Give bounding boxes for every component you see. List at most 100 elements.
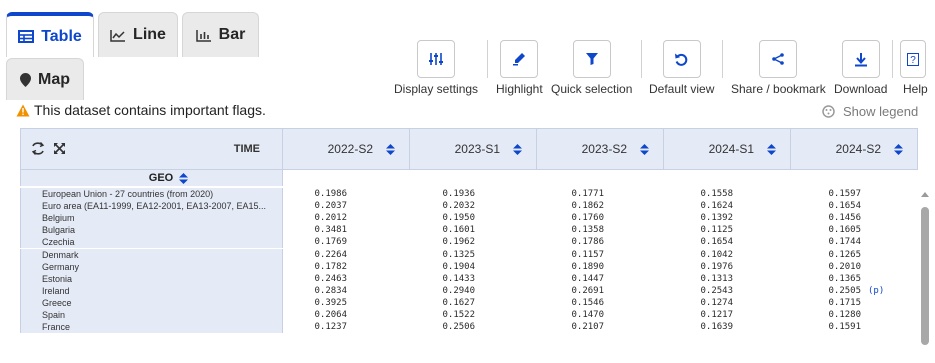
table-cell: 0.1125 xyxy=(700,225,733,236)
tab-line[interactable]: Line xyxy=(98,12,178,57)
toolbar-divider xyxy=(487,40,488,78)
table-cell: 0.2543 xyxy=(700,285,733,296)
column-header[interactable]: 2024-S1 xyxy=(664,128,791,170)
table-cell: 0.1265 xyxy=(828,249,861,260)
table-cell: 0.2691 xyxy=(571,285,604,296)
geo-row-label[interactable]: Ireland xyxy=(20,284,283,297)
table-cell: 0.2940 xyxy=(442,285,475,296)
sort-icon[interactable] xyxy=(386,143,395,155)
table-row: Euro area (EA11-1999, EA12-2001, EA13-20… xyxy=(20,200,920,213)
display-settings-label: Display settings xyxy=(394,82,479,96)
show-legend-toggle[interactable]: Show legend xyxy=(822,104,918,119)
tab-label: Map xyxy=(38,70,70,88)
column-header[interactable]: 2023-S2 xyxy=(537,128,664,170)
download-button[interactable]: Download xyxy=(834,40,887,98)
geo-row-label[interactable]: European Union - 27 countries (from 2020… xyxy=(20,188,283,200)
table-row: Denmark 0.2264 0.1325 0.1157 0.1042 0.1265 xyxy=(20,248,920,261)
default-view-button[interactable]: Default view xyxy=(649,40,714,98)
table-row: France 0.1237 0.2506 0.2107 0.1639 0.1591 xyxy=(20,321,920,334)
table-cell: 0.1280 xyxy=(828,310,861,320)
table-cell: 0.2107 xyxy=(571,322,604,333)
table-cell: 0.1744 xyxy=(828,237,861,248)
tab-label: Table xyxy=(41,27,82,45)
column-header-label: 2023-S1 xyxy=(454,142,500,156)
table-cell: 0.2012 xyxy=(314,213,347,224)
svg-text:?: ? xyxy=(910,55,916,66)
table-cell: 0.1950 xyxy=(442,213,475,224)
quick-selection-button[interactable]: Quick selection xyxy=(551,40,632,98)
share-bookmark-button[interactable]: Share / bookmark xyxy=(731,40,826,98)
table-cell: 0.1433 xyxy=(442,273,475,284)
geo-dimension-header[interactable]: GEO xyxy=(20,170,283,186)
table-cell: 0.1976 xyxy=(700,261,733,272)
flag-badge: (p) xyxy=(868,285,885,296)
download-icon xyxy=(841,40,880,78)
table-corner-header: TIME xyxy=(20,128,283,170)
table-cell: 0.1760 xyxy=(571,213,604,224)
table-cell: 0.2505 xyxy=(828,285,861,296)
geo-row-label[interactable]: Czechia xyxy=(20,236,283,249)
table-cell: 0.1237 xyxy=(314,322,347,333)
highlight-label: Highlight xyxy=(496,82,543,96)
palette-icon xyxy=(822,105,835,118)
geo-row-label[interactable]: Greece xyxy=(20,296,283,309)
column-header[interactable]: 2024-S2 xyxy=(791,128,918,170)
geo-row-label[interactable]: Bulgaria xyxy=(20,224,283,237)
table-row: Czechia 0.1769 0.1962 0.1786 0.1654 0.1744 xyxy=(20,236,920,249)
table-cell: 0.1591 xyxy=(828,322,861,333)
sort-icon[interactable] xyxy=(513,143,522,155)
sort-icon[interactable] xyxy=(179,172,189,184)
default-view-label: Default view xyxy=(649,82,715,96)
geo-row-label[interactable]: Belgium xyxy=(20,212,283,225)
highlight-button[interactable]: Highlight xyxy=(496,40,543,98)
column-header[interactable]: 2023-S1 xyxy=(410,128,537,170)
table-row: Germany 0.1782 0.1904 0.1890 0.1976 0.2010 xyxy=(20,260,920,273)
geo-row-label[interactable]: France xyxy=(20,321,283,334)
geo-row-label[interactable]: Estonia xyxy=(20,272,283,285)
table-cell: 0.1962 xyxy=(442,237,475,248)
column-header[interactable]: 2022-S2 xyxy=(283,128,410,170)
time-dimension-label: TIME xyxy=(233,143,260,155)
table-row: European Union - 27 countries (from 2020… xyxy=(20,188,920,200)
table-cell: 0.1986 xyxy=(314,189,347,199)
geo-row-label[interactable]: Euro area (EA11-1999, EA12-2001, EA13-20… xyxy=(20,200,283,213)
tab-label: Line xyxy=(133,26,166,43)
geo-row-label[interactable]: Spain xyxy=(20,309,283,321)
fullscreen-icon[interactable] xyxy=(53,142,66,155)
tab-bar[interactable]: Bar xyxy=(182,12,259,57)
geo-row-label[interactable]: Denmark xyxy=(20,248,283,261)
table-cell: 0.1597 xyxy=(828,189,861,199)
sort-icon[interactable] xyxy=(640,143,649,155)
table-cell: 0.1769 xyxy=(314,237,347,248)
toolbar-divider xyxy=(641,40,642,78)
table-cell: 0.1558 xyxy=(700,189,733,199)
table-cell: 0.2834 xyxy=(314,285,347,296)
vertical-scrollbar[interactable] xyxy=(921,207,929,345)
table-cell: 0.1358 xyxy=(571,225,604,236)
sliders-icon xyxy=(417,40,456,78)
table-row: Estonia 0.2463 0.1433 0.1447 0.1313 0.1365 xyxy=(20,272,920,285)
table-cell: 0.2064 xyxy=(314,310,347,320)
geo-label: GEO xyxy=(148,172,174,184)
toolbar-divider xyxy=(722,40,723,78)
table-cell: 0.1786 xyxy=(571,237,604,248)
table-cell: 0.1274 xyxy=(700,297,733,308)
warning-icon xyxy=(16,104,30,116)
help-icon: ? xyxy=(900,40,926,78)
share-label: Share / bookmark xyxy=(731,82,826,96)
sort-icon[interactable] xyxy=(894,143,903,155)
scroll-up-arrow[interactable] xyxy=(921,192,929,197)
table-cell: 0.1624 xyxy=(700,201,733,212)
column-header-label: 2024-S2 xyxy=(835,142,881,156)
flags-notice: This dataset contains important flags. xyxy=(16,102,266,118)
swap-axes-icon[interactable] xyxy=(31,142,45,155)
geo-row-label[interactable]: Germany xyxy=(20,260,283,273)
table-cell: 0.1904 xyxy=(442,261,475,272)
sort-icon[interactable] xyxy=(767,143,776,155)
tab-map[interactable]: Map xyxy=(6,58,84,100)
data-table: TIME GEO 2022-S2 2023-S1 2023-S2 2024-S1 202… xyxy=(20,128,920,363)
display-settings-button[interactable]: Display settings xyxy=(394,40,478,98)
tab-table[interactable]: Table xyxy=(6,12,94,57)
table-row: Greece 0.3925 0.1627 0.1546 0.1274 0.1715 xyxy=(20,296,920,309)
help-button[interactable]: ? Help xyxy=(900,40,935,98)
